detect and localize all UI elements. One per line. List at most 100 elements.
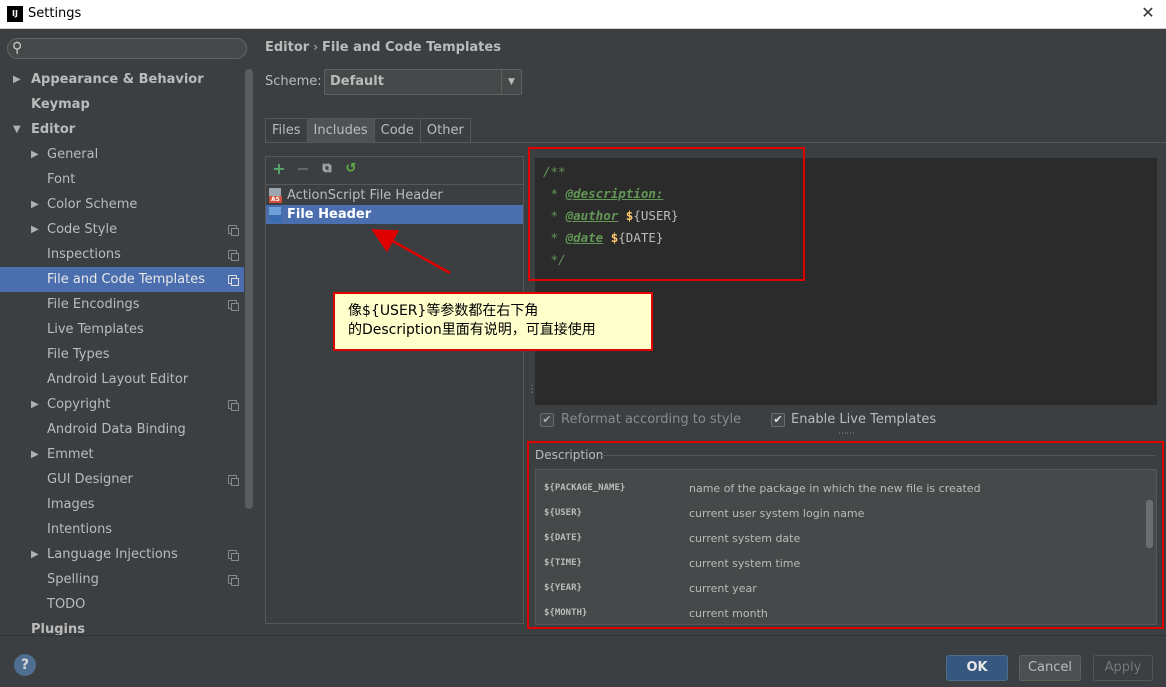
sidebar-item-label: Images xyxy=(47,497,95,512)
template-item-label: File Header xyxy=(287,207,372,222)
settings-tree: ▶ Appearance & Behavior Keymap ▼ Editor ▶ Gene… xyxy=(0,67,244,635)
sidebar-item-inspections[interactable]: Inspections xyxy=(0,242,244,267)
project-level-icon xyxy=(228,400,239,411)
sidebar-item-font[interactable]: Font xyxy=(0,167,244,192)
sidebar-item-label: GUI Designer xyxy=(47,472,133,487)
breadcrumb-separator: › xyxy=(313,40,319,54)
breadcrumb-current: File and Code Templates xyxy=(322,40,501,55)
reformat-label: Reformat according to style xyxy=(561,412,742,427)
tab-code[interactable]: Code xyxy=(373,118,420,143)
apply-button[interactable]: Apply xyxy=(1093,655,1153,681)
sidebar-item-code-style[interactable]: ▶ Code Style xyxy=(0,217,244,242)
sidebar-scrollbar[interactable] xyxy=(245,69,253,509)
live-templates-checkbox[interactable]: ✔ xyxy=(771,413,785,427)
template-item-actionscript[interactable]: AS ActionScript File Header xyxy=(266,186,523,205)
sidebar-item-gui-designer[interactable]: GUI Designer xyxy=(0,467,244,492)
sidebar-item-images[interactable]: Images xyxy=(0,492,244,517)
sidebar-item-intentions[interactable]: Intentions xyxy=(0,517,244,542)
sidebar-item-todo[interactable]: TODO xyxy=(0,592,244,617)
sidebar-item-label: Live Templates xyxy=(47,322,144,337)
list-toolbar: + − ⧉ ↺ xyxy=(270,160,360,182)
copy-icon[interactable]: ⧉ xyxy=(318,160,336,178)
sidebar-item-language-injections[interactable]: ▶ Language Injections xyxy=(0,542,244,567)
annotation-editor-box xyxy=(528,147,805,281)
sidebar-item-label: Color Scheme xyxy=(47,197,138,212)
sidebar-item-file-and-code-templates[interactable]: File and Code Templates xyxy=(0,267,244,292)
chevron-right-icon[interactable]: ▶ xyxy=(31,192,39,217)
sidebar-item-copyright[interactable]: ▶ Copyright xyxy=(0,392,244,417)
intellij-logo-icon: IJ xyxy=(7,6,23,22)
chevron-right-icon[interactable]: ▶ xyxy=(31,142,39,167)
search-input[interactable]: ⚲ xyxy=(7,38,247,59)
chevron-right-icon[interactable]: ▶ xyxy=(31,392,39,417)
chevron-right-icon[interactable]: ▶ xyxy=(31,217,39,242)
project-level-icon xyxy=(228,275,239,286)
breadcrumb-editor: Editor xyxy=(265,40,310,55)
template-item-label: ActionScript File Header xyxy=(287,188,443,203)
tab-files[interactable]: Files xyxy=(265,118,307,143)
sidebar-item-label: Language Injections xyxy=(47,547,178,562)
sidebar-item-label: Emmet xyxy=(47,447,94,462)
scheme-select[interactable]: Default ▼ xyxy=(324,69,522,95)
project-level-icon xyxy=(228,475,239,486)
annotation-description-box xyxy=(527,441,1164,629)
sidebar-item-editor[interactable]: ▼ Editor xyxy=(0,117,244,142)
sidebar-item-label: File Encodings xyxy=(47,297,140,312)
sidebar-item-label: File Types xyxy=(47,347,110,362)
sidebar-item-file-encodings[interactable]: File Encodings xyxy=(0,292,244,317)
sidebar-item-color-scheme[interactable]: ▶ Color Scheme xyxy=(0,192,244,217)
project-level-icon xyxy=(228,225,239,236)
sidebar-item-emmet[interactable]: ▶ Emmet xyxy=(0,442,244,467)
sidebar-item-keymap[interactable]: Keymap xyxy=(0,92,244,117)
chevron-right-icon[interactable]: ▶ xyxy=(31,442,39,467)
actionscript-file-icon: AS xyxy=(269,188,282,203)
chevron-down-icon: ▼ xyxy=(501,70,521,94)
remove-icon[interactable]: − xyxy=(294,160,312,178)
vertical-splitter-handle[interactable]: ⋮ xyxy=(527,384,537,395)
callout-line-1: 像${USER}等参数都在右下角 xyxy=(348,303,539,319)
reformat-checkbox[interactable]: ✔ xyxy=(540,413,554,427)
sidebar-item-plugins[interactable]: Plugins xyxy=(0,617,244,635)
add-icon[interactable]: + xyxy=(270,160,288,178)
sidebar-item-spelling[interactable]: Spelling xyxy=(0,567,244,592)
cancel-button[interactable]: Cancel xyxy=(1019,655,1081,681)
ok-button[interactable]: OK xyxy=(946,655,1008,681)
chevron-right-icon[interactable]: ▶ xyxy=(13,67,21,92)
reset-icon[interactable]: ↺ xyxy=(342,160,360,178)
tab-includes[interactable]: Includes xyxy=(306,118,374,143)
sidebar-item-label: Keymap xyxy=(31,97,90,112)
tab-other[interactable]: Other xyxy=(419,118,471,143)
sidebar-item-general[interactable]: ▶ General xyxy=(0,142,244,167)
sidebar-item-label: Font xyxy=(47,172,76,187)
sidebar-item-label: Inspections xyxy=(47,247,121,262)
title-bar: IJ Settings ✕ xyxy=(0,0,1166,29)
sidebar-item-android-data-binding[interactable]: Android Data Binding xyxy=(0,417,244,442)
chevron-down-icon[interactable]: ▼ xyxy=(13,117,21,142)
chevron-right-icon[interactable]: ▶ xyxy=(31,542,39,567)
project-level-icon xyxy=(228,250,239,261)
file-header-icon xyxy=(269,207,282,222)
project-level-icon xyxy=(228,300,239,311)
live-templates-label: Enable Live Templates xyxy=(791,412,937,427)
sidebar-item-appearance-behavior[interactable]: ▶ Appearance & Behavior xyxy=(0,67,244,92)
sidebar-item-label: Editor xyxy=(31,122,76,137)
sidebar-item-live-templates[interactable]: Live Templates xyxy=(0,317,244,342)
horizontal-splitter-handle[interactable]: ⋯⋯ xyxy=(838,429,855,439)
sidebar-item-label: Android Layout Editor xyxy=(47,372,189,387)
sidebar-item-label: Copyright xyxy=(47,397,111,412)
sidebar-item-label: Intentions xyxy=(47,522,113,537)
template-item-file-header[interactable]: File Header xyxy=(266,205,523,224)
sidebar-item-android-layout-editor[interactable]: Android Layout Editor xyxy=(0,367,244,392)
project-level-icon xyxy=(228,550,239,561)
close-icon[interactable]: ✕ xyxy=(1138,3,1158,23)
sidebar-item-label: Code Style xyxy=(47,222,118,237)
scheme-value: Default xyxy=(330,74,384,89)
sidebar-item-file-types[interactable]: File Types xyxy=(0,342,244,367)
sidebar-item-label: Appearance & Behavior xyxy=(31,72,204,87)
sidebar-item-label: Spelling xyxy=(47,572,99,587)
sidebar-item-label: Android Data Binding xyxy=(47,422,186,437)
sidebar-item-label: Plugins xyxy=(31,622,85,635)
template-list-panel: + − ⧉ ↺ AS ActionScript File Header File… xyxy=(265,156,524,624)
tabs-divider xyxy=(265,142,1166,143)
help-icon[interactable]: ? xyxy=(14,654,36,676)
